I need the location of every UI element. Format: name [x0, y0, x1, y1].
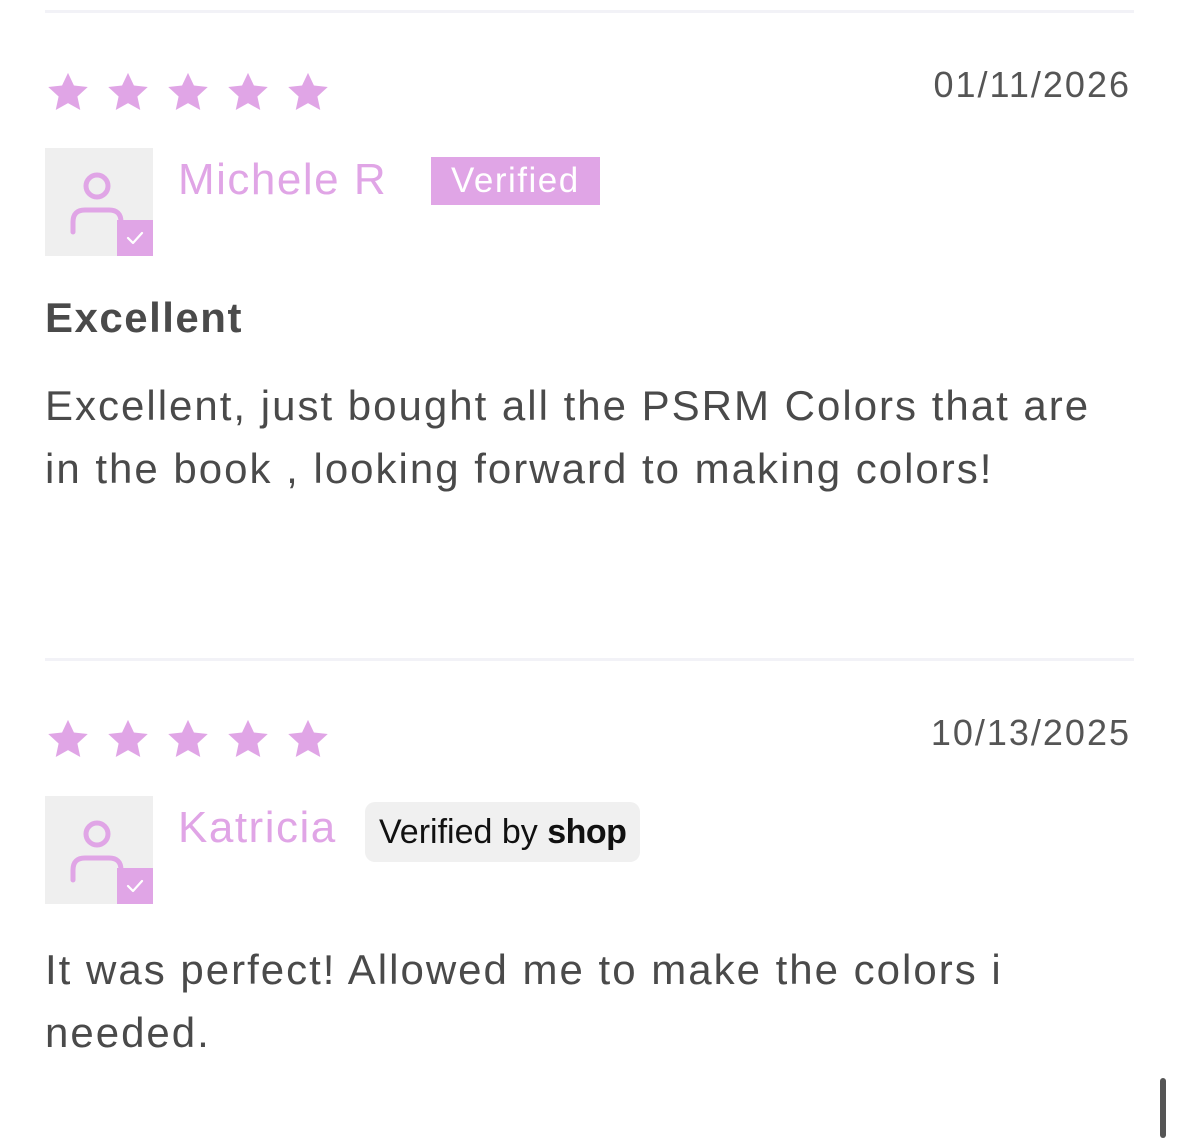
star-rating [45, 717, 331, 763]
verified-badge: Verified [431, 157, 600, 205]
star-icon [285, 70, 331, 116]
star-icon [45, 717, 91, 763]
star-icon [165, 70, 211, 116]
verified-check-icon [117, 868, 153, 904]
review-date: 01/11/2026 [933, 64, 1131, 105]
review-divider-top [45, 10, 1134, 13]
star-icon [285, 717, 331, 763]
star-icon [165, 717, 211, 763]
star-rating [45, 70, 331, 116]
star-icon [225, 70, 271, 116]
verified-by-label: Verified by [379, 813, 538, 851]
verified-check-icon [117, 220, 153, 256]
scrollbar[interactable] [1160, 1078, 1166, 1138]
review-date: 10/13/2025 [930, 712, 1131, 753]
reviewer-name: Michele R [178, 155, 388, 204]
review-divider [45, 658, 1134, 661]
shop-logo: shop [547, 813, 627, 851]
star-icon [45, 70, 91, 116]
avatar [45, 148, 153, 256]
verified-by-shop-badge: Verified by shop [365, 802, 641, 862]
review-body: Excellent, just bought all the PSRM Colo… [45, 382, 1091, 492]
star-icon [105, 717, 151, 763]
review-body: It was perfect! Allowed me to make the c… [45, 946, 1003, 1056]
reviewer-name: Katricia [178, 803, 337, 852]
avatar [45, 796, 153, 904]
review-title: Excellent [45, 294, 243, 341]
star-icon [225, 717, 271, 763]
star-icon [105, 70, 151, 116]
